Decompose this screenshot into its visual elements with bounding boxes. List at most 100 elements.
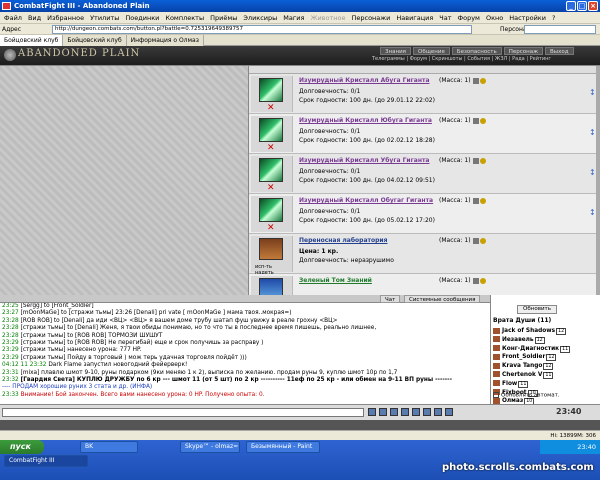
top-nav: Знания Общение Безопасность Персонаж Вых… [380, 47, 574, 55]
menu-item[interactable]: Настройки [509, 12, 546, 23]
move-arrow-icon[interactable]: ↕ [589, 160, 596, 186]
search-input[interactable] [524, 25, 596, 34]
room-user-list: Обновить Врата Души (11) Jack of Shadows… [490, 295, 600, 423]
move-arrow-icon[interactable]: ↕ [589, 120, 596, 146]
chat-text: Dark Flame запустил новогодний фейерверк… [48, 362, 188, 369]
menu-item[interactable]: Комплекты [165, 12, 204, 23]
chat-message: 23:28 [стражи тьмы] to [Denali] Женя, я … [2, 325, 490, 332]
user-entry[interactable]: Chertenok V 11 [493, 371, 570, 380]
user-entry[interactable]: Flow 11 [493, 380, 570, 389]
menu-item[interactable]: Магия [283, 12, 304, 23]
task-bk[interactable]: BK [80, 441, 138, 453]
nav-security[interactable]: Безопасность [451, 47, 502, 55]
chat-input[interactable] [2, 408, 364, 417]
menu-item[interactable]: Навигация [396, 12, 433, 23]
close-button[interactable]: × [588, 1, 598, 11]
start-button[interactable]: пуск [0, 440, 44, 454]
menu-item[interactable]: Вид [28, 12, 41, 23]
app-icon [2, 2, 11, 10]
nav-exit[interactable]: Выход [545, 47, 574, 55]
menu-item[interactable]: Форум [458, 12, 480, 23]
user-name[interactable]: Krava Tango [502, 363, 542, 369]
user-entry[interactable]: Front_Soldier 12 [493, 353, 570, 362]
menu-item[interactable]: Поединки [125, 12, 159, 23]
menu-item[interactable]: Чат [439, 12, 451, 23]
user-name[interactable]: Front_Soldier [502, 354, 545, 360]
chat-text: [стражи тьмы] to [ROB ROB] ТОРМОЗИ ШУШУТ [20, 332, 163, 339]
menu-item[interactable]: Приёмы [210, 12, 237, 23]
user-name[interactable]: Chertenok V [502, 372, 542, 378]
refresh-button[interactable]: Обновить [517, 305, 557, 314]
item-name[interactable]: Изумрудный Кристалл Убуга Гиганта [299, 157, 430, 164]
item-name[interactable]: Изумрудный Кристалл Обугаг Гиганта [299, 197, 433, 204]
nav-character[interactable]: Персонаж [503, 47, 544, 55]
tab-system-messages[interactable]: Системные сообщения [404, 295, 481, 303]
user-entry[interactable]: Jack of Shadows 12 [493, 327, 570, 336]
item-name[interactable]: Изумрудный Кристалл Юбуга Гиганта [299, 117, 432, 124]
filter-icon[interactable] [390, 408, 398, 416]
clear-icon[interactable] [379, 408, 387, 416]
chat-text: [стражи тьмы] to [ROB ROB] Не перегибай)… [20, 340, 264, 347]
settings-icon[interactable] [401, 408, 409, 416]
tab-club-1[interactable]: Бойцовский клуб [0, 35, 64, 46]
smiley-icon[interactable] [368, 408, 376, 416]
sound-icon[interactable] [412, 408, 420, 416]
laboratory-chest-icon [259, 238, 283, 260]
menu-item[interactable]: Файл [4, 12, 22, 23]
menu-item[interactable]: Утилиты [90, 12, 119, 23]
tab-chat[interactable]: Чат [380, 295, 401, 303]
checkbox-icon[interactable] [493, 392, 499, 398]
auto-update-toggle[interactable]: Обновлять автомат. [493, 392, 560, 399]
user-entry[interactable]: Krava Tango 12 [493, 362, 570, 371]
chat-message: 23:29 [стражи тьмы] to [ROB ROB] Не пере… [2, 340, 490, 347]
user-name[interactable]: Конг-Диагностик [502, 346, 559, 352]
right-scroll-strip[interactable] [596, 66, 600, 295]
menu-item[interactable]: Животное [310, 12, 345, 23]
user-name[interactable]: Jack of Shadows [502, 328, 555, 334]
address-input[interactable]: http://dungeon.combats.com/button.pl?bat… [52, 25, 472, 34]
tab-info-olmaz[interactable]: Информация о Олмаз [126, 35, 204, 46]
task-skype[interactable]: Skype™ - olmaz= [180, 441, 240, 453]
item-expiry: Срок годности: 100 дн. (до 29.01.12 22:0… [299, 97, 435, 104]
delete-icon[interactable]: ✕ [267, 143, 275, 153]
item-name[interactable]: Переносная лаборатория [299, 237, 387, 244]
item-mass: (Масса: 1) [439, 77, 486, 84]
item-durability: Долговечность: 0/1 [299, 88, 361, 95]
move-arrow-icon[interactable]: ↕ [589, 200, 596, 226]
pouch-icon [472, 197, 479, 204]
nav-communication[interactable]: Общение [412, 47, 450, 55]
task-paint[interactable]: Безымянный - Paint [246, 441, 320, 453]
move-arrow-icon[interactable]: ↕ [589, 80, 596, 106]
pouch-icon [472, 157, 479, 164]
delete-icon[interactable]: ✕ [267, 223, 275, 233]
user-entry[interactable]: Иезавель 12 [493, 336, 570, 345]
menu-item[interactable]: ? [552, 12, 555, 23]
coin-icon [479, 197, 486, 204]
task-combatfight[interactable]: CombatFight III [4, 455, 88, 467]
clan-icon [493, 327, 500, 334]
item-name[interactable]: Зеленый Том Знаний [299, 277, 372, 284]
window-titlebar[interactable]: CombatFight III - Abandoned Plain _ □ × [0, 0, 600, 12]
delete-icon[interactable]: ✕ [267, 183, 275, 193]
chat-time: 23:28 [2, 332, 21, 339]
item-name[interactable]: Изумрудный Кристалл Абуга Гиганта [299, 77, 430, 84]
menu-bar: Файл Вид Избранное Утилиты Поединки Комплекты… [0, 12, 600, 24]
scroll-icon[interactable] [434, 408, 442, 416]
user-entry[interactable]: Конг-Диагностик 11 [493, 345, 571, 354]
tab-club-2[interactable]: Бойцовский клуб [63, 35, 127, 46]
menu-item[interactable]: Избранное [47, 12, 84, 23]
menu-item[interactable]: Персонажи [351, 12, 390, 23]
user-name[interactable]: Flow [502, 381, 517, 387]
user-name[interactable]: Иезавель [502, 337, 534, 343]
item-mass: (Масса: 1) [439, 117, 486, 124]
minimize-button[interactable]: _ [566, 1, 576, 11]
delete-icon[interactable]: ✕ [267, 103, 275, 113]
menu-item[interactable]: Эликсиры [243, 12, 277, 23]
sub-nav[interactable]: Телеграммы | Форум | Скриншоты | События… [372, 56, 551, 62]
user-level: 11 [543, 371, 554, 379]
nav-knowledge[interactable]: Знания [380, 47, 411, 55]
translate-icon[interactable] [423, 408, 431, 416]
send-icon[interactable] [445, 408, 453, 416]
maximize-button[interactable]: □ [577, 1, 587, 11]
menu-item[interactable]: Окно [486, 12, 503, 23]
